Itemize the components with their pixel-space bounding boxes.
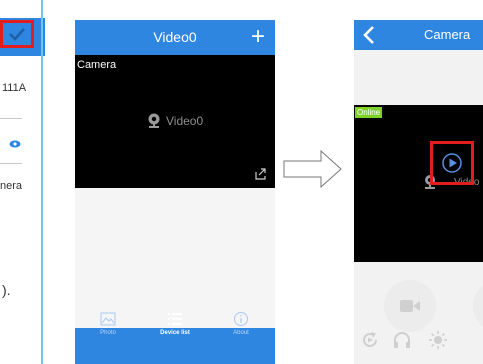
device-id-value: 111A bbox=[2, 82, 27, 94]
tab-label: About bbox=[233, 330, 249, 336]
device-name-value: nera bbox=[0, 180, 23, 192]
camera-name-label: Camera bbox=[77, 59, 117, 71]
show-password-icon[interactable] bbox=[9, 135, 21, 153]
tab-photo[interactable]: Photo bbox=[75, 308, 141, 344]
panel-divider bbox=[41, 0, 43, 364]
info-icon bbox=[234, 312, 248, 326]
stream-name-label: Video0 bbox=[166, 114, 204, 128]
confirm-button[interactable] bbox=[0, 20, 34, 48]
record-video-button[interactable] bbox=[384, 280, 436, 332]
instruction-text-fragment: ). bbox=[2, 282, 11, 298]
list-icon bbox=[168, 313, 182, 325]
refresh-icon[interactable] bbox=[360, 330, 380, 350]
tab-label: Photo bbox=[100, 330, 116, 336]
headphones-icon[interactable] bbox=[392, 330, 412, 350]
checkmark-icon bbox=[9, 28, 25, 41]
screen-title: Camera bbox=[424, 27, 471, 42]
status-badge: Online bbox=[355, 107, 383, 118]
header-spacer bbox=[354, 50, 483, 105]
divider bbox=[0, 118, 22, 119]
video-camera-icon bbox=[400, 300, 420, 312]
play-icon bbox=[442, 153, 462, 173]
back-button[interactable] bbox=[360, 24, 378, 46]
share-icon[interactable] bbox=[255, 168, 267, 180]
webcam-icon bbox=[148, 113, 160, 128]
flow-arrow bbox=[283, 149, 342, 189]
snapshot-button[interactable] bbox=[473, 280, 483, 332]
play-button[interactable] bbox=[430, 141, 474, 185]
tab-device-list[interactable]: Device list bbox=[142, 308, 208, 344]
image-icon bbox=[100, 312, 116, 326]
tab-about[interactable]: About bbox=[208, 308, 274, 344]
brightness-icon[interactable] bbox=[428, 330, 448, 350]
tab-label: Device list bbox=[160, 330, 190, 336]
add-device-button[interactable]: + bbox=[245, 23, 271, 51]
divider bbox=[0, 163, 22, 164]
camera-view-screen: Camera Online Video bbox=[354, 20, 483, 364]
left-panel: 111A nera ). bbox=[0, 0, 45, 364]
